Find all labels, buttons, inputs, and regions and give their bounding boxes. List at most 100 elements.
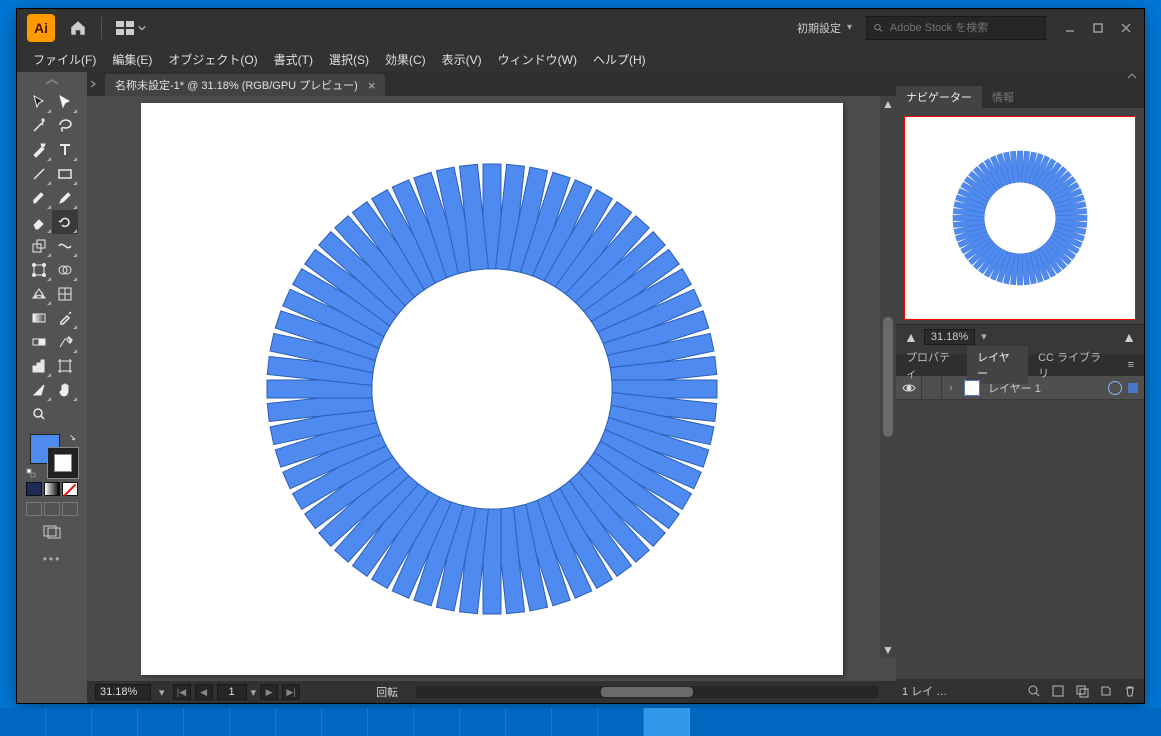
lasso-tool[interactable] [52,114,78,138]
home-button[interactable] [63,19,93,37]
close-window-button[interactable] [1112,17,1140,39]
navigator-preview[interactable] [904,116,1136,320]
line-tool[interactable] [26,162,52,186]
menu-effect[interactable]: 効果(C) [377,48,434,71]
arrange-documents-button[interactable] [110,16,152,40]
toolbox-collapse-handle[interactable] [28,78,76,86]
rotate-tool[interactable] [52,210,78,234]
menu-edit[interactable]: 編集(E) [104,48,160,71]
close-tab-icon[interactable]: × [368,78,376,93]
rectangle-tool[interactable] [52,162,78,186]
target-icon[interactable] [1108,381,1122,395]
edit-toolbar-button[interactable]: ••• [43,552,62,566]
none-swatch[interactable] [62,482,78,496]
draw-inside[interactable] [62,502,78,516]
stroke-swatch[interactable] [48,448,78,478]
locate-object-icon[interactable] [1026,683,1042,699]
collapse-panels-handle[interactable] [896,72,1144,86]
fill-stroke-control[interactable] [26,434,78,478]
navigator-zoom-dropdown-icon[interactable]: ▾ [981,330,987,343]
scroll-down-icon[interactable]: ▼ [882,642,894,658]
scale-tool[interactable] [26,234,52,258]
hand-tool[interactable] [52,378,78,402]
canvas[interactable]: ▲ ▼ [87,96,896,681]
expand-layer-icon[interactable]: › [942,382,960,394]
paintbrush-tool[interactable] [26,186,52,210]
zoom-dropdown-icon[interactable]: ▾ [159,686,165,699]
vertical-scrollbar[interactable]: ▲ ▼ [880,96,896,658]
zoom-out-icon[interactable]: ▲ [904,329,918,345]
selection-indicator[interactable] [1128,383,1138,393]
eyedropper-tool[interactable] [52,306,78,330]
zoom-tool[interactable] [26,402,52,426]
slice-tool[interactable] [26,378,52,402]
scroll-up-icon[interactable]: ▲ [882,96,894,112]
layer-row[interactable]: › レイヤー 1 [896,376,1144,400]
type-tool[interactable] [52,138,78,162]
layer-name[interactable]: レイヤー 1 [984,380,1108,396]
gradient-swatch[interactable] [44,482,60,496]
draw-normal[interactable] [26,502,42,516]
windows-taskbar[interactable] [0,708,1161,736]
zoom-input[interactable] [95,684,151,700]
pencil-tool[interactable] [52,186,78,210]
delete-layer-icon[interactable] [1122,683,1138,699]
perspective-grid-tool[interactable] [26,282,52,306]
prev-artboard-button[interactable]: ◀ [195,684,213,700]
tab-info[interactable]: 情報 [982,86,1024,108]
artboard-tool[interactable] [52,354,78,378]
menu-object[interactable]: オブジェクト(O) [160,48,265,71]
eraser-tool[interactable] [26,210,52,234]
make-clipping-mask-icon[interactable] [1050,683,1066,699]
draw-behind[interactable] [44,502,60,516]
lock-toggle[interactable] [922,376,942,399]
visibility-toggle[interactable] [896,376,922,399]
first-artboard-button[interactable]: |◀ [173,684,191,700]
stock-search-input[interactable] [890,22,1039,34]
artboard-number-input[interactable] [217,684,247,700]
menu-window[interactable]: ウィンドウ(W) [490,48,585,71]
color-swatch[interactable] [26,482,42,496]
gradient-tool[interactable] [26,306,52,330]
tab-layers[interactable]: レイヤー [967,346,1028,384]
scrollbar-thumb-horizontal[interactable] [601,687,693,697]
symbol-sprayer-tool[interactable] [52,330,78,354]
collapse-left-icon[interactable] [87,79,105,89]
magic-wand-tool[interactable] [26,114,52,138]
workspace-switcher[interactable]: 初期設定 ▾ [797,20,852,36]
document-tab[interactable]: 名称未設定-1* @ 31.18% (RGB/GPU プレビュー) × [105,74,385,96]
artboard-dropdown-icon[interactable]: ▾ [251,686,257,699]
width-tool[interactable] [52,234,78,258]
selection-tool[interactable] [26,90,52,114]
screen-mode-button[interactable] [36,522,68,542]
new-layer-icon[interactable] [1098,683,1114,699]
menu-view[interactable]: 表示(V) [434,48,490,71]
default-fill-stroke-icon[interactable] [26,468,36,478]
column-graph-tool[interactable] [26,354,52,378]
navigator-zoom-value[interactable]: 31.18% [924,329,975,345]
maximize-button[interactable] [1084,17,1112,39]
horizontal-scrollbar[interactable] [416,686,878,698]
menu-type[interactable]: 書式(T) [266,48,321,71]
free-transform-tool[interactable] [26,258,52,282]
tab-navigator[interactable]: ナビゲーター [896,86,982,108]
shape-builder-tool[interactable] [52,258,78,282]
scrollbar-thumb-vertical[interactable] [883,317,893,437]
artboard-navigation: |◀ ◀ ▾ ▶ ▶| [173,684,301,700]
next-artboard-button[interactable]: ▶ [260,684,278,700]
panel-menu-icon[interactable]: ≡ [1118,356,1144,374]
swap-fill-stroke-icon[interactable] [68,434,78,444]
minimize-button[interactable] [1056,17,1084,39]
last-artboard-button[interactable]: ▶| [282,684,300,700]
menu-file[interactable]: ファイル(F) [25,48,104,71]
stock-search-field[interactable] [866,16,1046,40]
tab-cc-libraries[interactable]: CC ライブラリ [1028,346,1117,384]
direct-selection-tool[interactable] [52,90,78,114]
menu-help[interactable]: ヘルプ(H) [585,48,654,71]
mesh-tool[interactable] [52,282,78,306]
zoom-in-icon[interactable]: ▲ [1122,329,1136,345]
pen-tool[interactable] [26,138,52,162]
blend-tool[interactable] [26,330,52,354]
menu-select[interactable]: 選択(S) [321,48,377,71]
create-sublayer-icon[interactable] [1074,683,1090,699]
